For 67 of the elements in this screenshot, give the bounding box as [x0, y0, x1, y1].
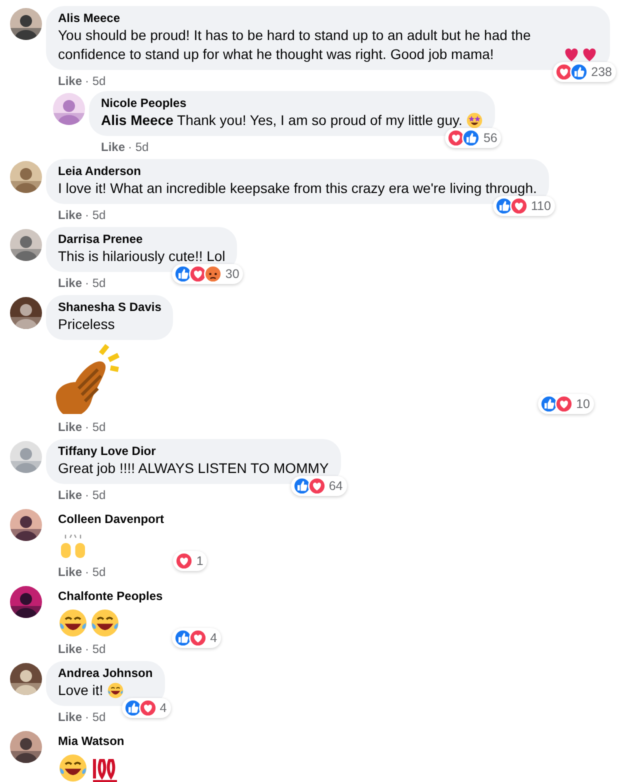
- like-link[interactable]: Like: [58, 565, 82, 579]
- thumbs-up-icon: [292, 477, 311, 495]
- heart-reaction-icon: [555, 395, 574, 413]
- reaction-count[interactable]: 4: [122, 698, 171, 718]
- comment-time: · 5d: [85, 276, 106, 290]
- like-link[interactable]: Like: [58, 208, 82, 222]
- reaction-count[interactable]: 30: [172, 264, 244, 284]
- heart-icon: [563, 46, 580, 63]
- reaction-count[interactable]: 56: [445, 128, 502, 148]
- comment-time: · 5d: [85, 74, 106, 88]
- author-name[interactable]: Darrisa Prenee: [58, 232, 226, 247]
- author-name[interactable]: Leia Anderson: [58, 164, 537, 179]
- thumbs-up-icon: [174, 629, 192, 647]
- comment-text: Priceless: [58, 315, 115, 334]
- thumbs-up-icon: [494, 197, 513, 215]
- heart-reaction-icon: [510, 197, 528, 215]
- author-name[interactable]: Alis Meece: [58, 11, 598, 26]
- laughing-face-icon: [58, 753, 88, 782]
- like-link[interactable]: Like: [58, 642, 82, 656]
- like-link[interactable]: Like: [58, 710, 82, 724]
- thumbs-up-icon: [570, 63, 588, 81]
- comment-text: Alis Meece Thank you! Yes, I am so proud of my little guy.: [101, 111, 462, 130]
- thumbs-up-icon: [462, 129, 480, 147]
- reaction-count[interactable]: 110: [492, 196, 555, 216]
- comment-text: I love it! What an incredible keepsake from this crazy era we're living through.: [58, 179, 537, 198]
- author-name[interactable]: Chalfonte Peoples: [58, 589, 163, 604]
- thumbs-up-icon: [174, 265, 192, 283]
- comment-text: You should be proud! It has to be hard to stand up to an adult but he had the confidence to stand up for what he thought was right. Good job mama!: [58, 26, 532, 64]
- comment-text: Love it!: [58, 681, 104, 700]
- heart-reaction-icon: [175, 552, 194, 570]
- angry-face-icon: [204, 265, 222, 283]
- like-link[interactable]: Like: [101, 140, 126, 154]
- reaction-count[interactable]: 10: [538, 394, 594, 414]
- laughing-face-icon: [58, 608, 88, 638]
- author-name[interactable]: Nicole Peoples: [101, 96, 484, 111]
- author-name[interactable]: Shanesha S Davis: [58, 300, 162, 315]
- heart-reaction-icon: [138, 699, 157, 717]
- author-name[interactable]: Colleen Davenport: [58, 512, 164, 527]
- author-name[interactable]: Tiffany Love Dior: [58, 444, 329, 459]
- reaction-count[interactable]: 4: [172, 628, 222, 648]
- comment-time: · 5d: [85, 565, 106, 579]
- reaction-count[interactable]: 1: [173, 551, 208, 571]
- thumbs-up-icon: [540, 395, 558, 413]
- comment-time: · 5d: [85, 642, 106, 656]
- comment-time: · 5d: [85, 208, 106, 222]
- laughing-face-icon: [107, 682, 124, 699]
- comment-text: Great job !!!! ALWAYS LISTEN TO MOMMY: [58, 459, 329, 478]
- heart-reaction-icon: [189, 629, 208, 647]
- comment-text: This is hilariously cute!! Lol: [58, 247, 226, 266]
- heart-icon: [581, 46, 598, 63]
- reaction-count[interactable]: 238: [553, 62, 616, 82]
- like-link[interactable]: Like: [58, 276, 82, 290]
- comment-time: · 5d: [85, 420, 106, 434]
- author-name[interactable]: Mia Watson: [58, 734, 124, 749]
- like-link[interactable]: Like: [58, 488, 82, 502]
- laughing-face-icon: [90, 608, 120, 638]
- reaction-count[interactable]: 64: [290, 476, 347, 496]
- star-eyes-face-icon: [466, 112, 484, 129]
- like-link[interactable]: Like: [58, 420, 82, 434]
- heart-reaction-icon: [447, 129, 466, 147]
- heart-reaction-icon: [308, 477, 326, 495]
- author-name[interactable]: Andrea Johnson: [58, 666, 153, 681]
- comment-time: · 5d: [85, 488, 106, 502]
- comment-time: · 5d: [85, 710, 106, 724]
- heart-reaction-icon: [555, 63, 574, 81]
- like-link[interactable]: Like: [58, 74, 82, 88]
- comment-time: · 5d: [128, 140, 149, 154]
